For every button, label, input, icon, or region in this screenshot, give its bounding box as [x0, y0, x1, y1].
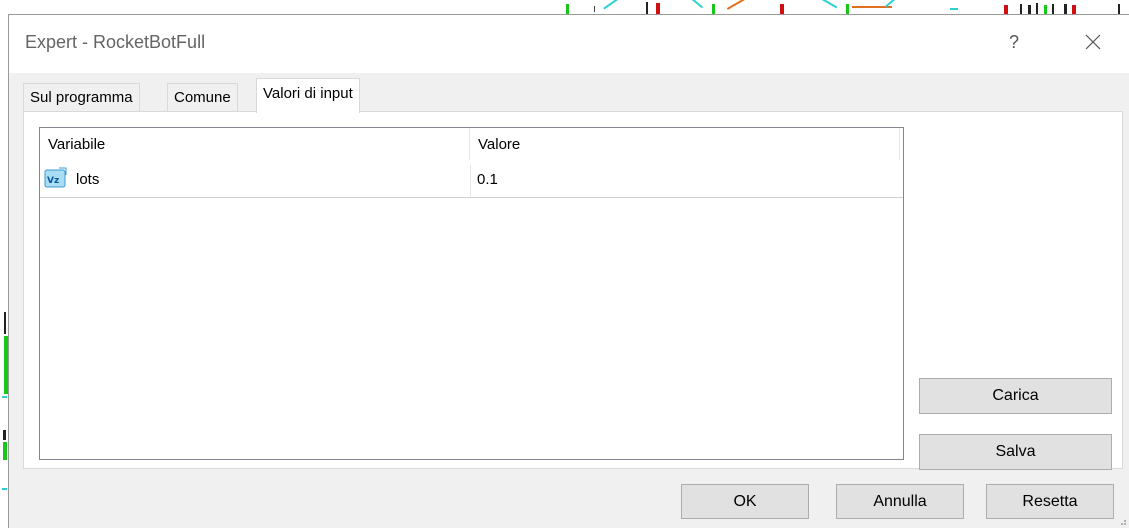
tab-comune[interactable]: Comune [167, 83, 238, 112]
variable-icon: Vz [44, 167, 67, 188]
close-button[interactable] [1073, 27, 1113, 57]
load-button[interactable]: Carica [919, 378, 1112, 414]
input-values-panel: Variabile Valore Vz lots 0.1 Carica Salv… [23, 111, 1123, 470]
save-button[interactable]: Salva [919, 434, 1112, 470]
help-button[interactable]: ? [1001, 29, 1027, 55]
expert-properties-dialog: Expert - RocketBotFull ? Sul programma C… [8, 14, 1129, 528]
variable-name: lots [76, 171, 100, 188]
background-chart-left [0, 0, 8, 528]
column-header-value[interactable]: Valore [470, 128, 900, 160]
cancel-button[interactable]: Annulla [836, 484, 964, 519]
list-header: Variabile Valore [40, 128, 903, 160]
table-row[interactable]: Vz lots 0.1 [40, 165, 903, 198]
variable-cell[interactable]: Vz lots [44, 165, 468, 197]
background-chart-top [0, 0, 1129, 14]
svg-text:Vz: Vz [47, 176, 59, 186]
input-variables-list[interactable]: Variabile Valore Vz lots 0.1 [39, 127, 904, 460]
title-bar: Expert - RocketBotFull ? [9, 15, 1129, 73]
value-cell[interactable]: 0.1 [470, 165, 900, 197]
screen: Expert - RocketBotFull ? Sul programma C… [0, 0, 1129, 528]
window-title: Expert - RocketBotFull [25, 32, 206, 52]
ok-button[interactable]: OK [681, 484, 809, 519]
tab-sul-programma[interactable]: Sul programma [23, 83, 140, 112]
column-header-variable[interactable]: Variabile [40, 128, 470, 160]
tab-valori-di-input[interactable]: Valori di input [256, 78, 360, 113]
close-icon [1085, 34, 1101, 50]
reset-button[interactable]: Resetta [986, 484, 1114, 519]
resize-grip-icon[interactable] [1119, 518, 1127, 526]
